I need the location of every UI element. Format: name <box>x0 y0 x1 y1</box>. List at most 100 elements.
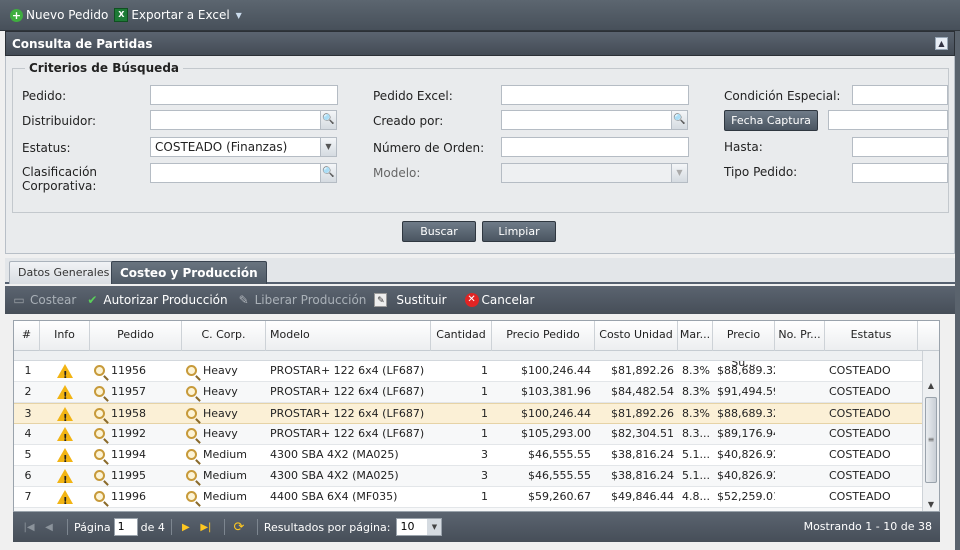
magnifier-icon[interactable] <box>94 470 105 481</box>
cell-ccorp[interactable]: Medium <box>186 487 266 507</box>
buscar-button[interactable]: Buscar <box>402 221 476 242</box>
column-header-modelo[interactable]: Modelo <box>266 321 431 351</box>
pedido-excel-input[interactable] <box>501 85 689 105</box>
table-row[interactable]: 7 11996 Medium 4400 SBA 6X4 (MF035) 1 $59,260… <box>14 487 939 508</box>
table-row[interactable]: 3 11958 Heavy PROSTAR+ 122 6x4 (LF687) 1 $100… <box>14 403 939 424</box>
info-cell[interactable] <box>40 466 90 486</box>
column-header-ccorp[interactable]: C. Corp. <box>182 321 266 351</box>
column-header-margen[interactable]: Mar... <box>678 321 713 351</box>
exportar-excel-button[interactable]: X Exportar a Excel ▼ <box>114 8 242 22</box>
magnifier-icon[interactable] <box>94 491 105 502</box>
column-header-costo-unidad[interactable]: Costo Unidad <box>595 321 678 351</box>
chevron-down-icon[interactable]: ▼ <box>236 11 242 20</box>
warning-icon[interactable] <box>57 448 73 465</box>
cell-pedido[interactable]: 11995 <box>94 466 182 486</box>
magnifier-icon[interactable] <box>186 365 197 376</box>
column-header-num[interactable]: # <box>14 321 40 351</box>
table-row[interactable]: 5 11994 Medium 4300 SBA 4X2 (MA025) 3 $46,555… <box>14 445 939 466</box>
condicion-especial-input[interactable] <box>852 85 948 105</box>
pedido-input[interactable] <box>150 85 338 105</box>
magnifier-icon[interactable] <box>186 449 197 460</box>
table-row[interactable]: 6 11995 Medium 4300 SBA 4X2 (MA025) 3 $46,555… <box>14 466 939 487</box>
fecha-captura-button[interactable]: Fecha Captura <box>724 110 818 131</box>
cell-ccorp[interactable]: Heavy <box>186 361 266 381</box>
magnifier-icon[interactable] <box>186 428 197 439</box>
prev-page-icon[interactable]: ◀ <box>41 522 57 533</box>
cell-pedido[interactable]: 11957 <box>94 382 182 402</box>
column-header-cantidad[interactable]: Cantidad <box>431 321 492 351</box>
table-row[interactable]: 1 11956 Heavy PROSTAR+ 122 6x4 (LF687) 1 $100… <box>14 361 939 382</box>
nuevo-pedido-button[interactable]: + Nuevo Pedido <box>10 8 108 22</box>
warning-icon[interactable] <box>57 407 73 424</box>
magnifier-icon[interactable] <box>186 470 197 481</box>
tab-datos-generales[interactable]: Datos Generales <box>9 261 119 284</box>
scroll-down-icon[interactable]: ▼ <box>923 498 939 511</box>
refresh-icon[interactable]: ⟳ <box>231 520 247 535</box>
warning-icon[interactable] <box>57 427 73 444</box>
sustituir-button[interactable]: ✎ Sustituir <box>374 293 447 307</box>
warning-icon[interactable] <box>57 469 73 486</box>
magnifier-icon[interactable] <box>186 491 197 502</box>
tab-costeo-produccion[interactable]: Costeo y Producción <box>111 261 267 284</box>
estatus-select[interactable]: COSTEADO (Finanzas) <box>150 137 321 157</box>
info-cell[interactable] <box>40 382 90 402</box>
cancelar-button[interactable]: ✕ Cancelar <box>464 293 534 307</box>
column-header-pedido[interactable]: Pedido <box>90 321 182 351</box>
magnifier-icon[interactable] <box>94 365 105 376</box>
info-cell[interactable] <box>40 424 90 444</box>
search-icon[interactable]: 🔍 <box>671 110 688 130</box>
warning-icon[interactable] <box>57 364 73 381</box>
cell-ccorp[interactable]: Medium <box>186 466 266 486</box>
vertical-scrollbar[interactable]: ▲ ≡ ▼ <box>922 351 939 511</box>
fecha-captura-input[interactable] <box>828 110 948 130</box>
tipo-pedido-input[interactable] <box>852 163 948 183</box>
search-icon[interactable]: 🔍 <box>320 110 337 130</box>
last-page-icon[interactable]: ▶| <box>198 522 214 533</box>
page-input[interactable]: 1 <box>113 518 138 536</box>
table-row[interactable]: 4 11992 Heavy PROSTAR+ 122 6x4 (LF687) 1 $105… <box>14 424 939 445</box>
column-header-estatus[interactable]: Estatus <box>825 321 918 351</box>
magnifier-icon[interactable] <box>94 386 105 397</box>
costear-button[interactable]: ▭ Costear <box>11 293 76 307</box>
cell-ccorp[interactable]: Heavy <box>186 404 266 424</box>
next-page-icon[interactable]: ▶ <box>178 522 194 533</box>
warning-icon[interactable] <box>57 490 73 507</box>
liberar-produccion-button[interactable]: ✎ Liberar Producción <box>236 293 367 307</box>
column-header-no-pr[interactable]: No. Pr... <box>775 321 825 351</box>
info-cell[interactable] <box>40 445 90 465</box>
magnifier-icon[interactable] <box>94 408 105 419</box>
column-header-precio-su[interactable]: Precio Su... <box>713 321 775 369</box>
magnifier-icon[interactable] <box>186 408 197 419</box>
clasificacion-input[interactable] <box>150 163 321 183</box>
hasta-input[interactable] <box>852 137 948 157</box>
scroll-thumb[interactable]: ≡ <box>925 397 937 483</box>
first-page-icon[interactable]: |◀ <box>21 522 37 533</box>
cell-pedido[interactable]: 11996 <box>94 487 182 507</box>
cell-ccorp[interactable]: Heavy <box>186 424 266 444</box>
info-cell[interactable] <box>40 404 90 424</box>
numero-orden-input[interactable] <box>501 137 689 157</box>
magnifier-icon[interactable] <box>94 428 105 439</box>
chevron-down-icon[interactable]: ▼ <box>320 137 337 157</box>
table-row[interactable]: 2 11957 Heavy PROSTAR+ 122 6x4 (LF687) 1 $103… <box>14 382 939 403</box>
cell-pedido[interactable]: 11958 <box>94 404 182 424</box>
cell-pedido[interactable]: 11992 <box>94 424 182 444</box>
magnifier-icon[interactable] <box>186 386 197 397</box>
info-cell[interactable] <box>40 361 90 381</box>
distribuidor-input[interactable] <box>150 110 321 130</box>
cell-ccorp[interactable]: Medium <box>186 445 266 465</box>
search-icon[interactable]: 🔍 <box>320 163 337 183</box>
scroll-up-icon[interactable]: ▲ <box>923 379 939 393</box>
cell-pedido[interactable]: 11994 <box>94 445 182 465</box>
magnifier-icon[interactable] <box>94 449 105 460</box>
info-cell[interactable] <box>40 487 90 507</box>
warning-icon[interactable] <box>57 385 73 402</box>
creado-por-input[interactable] <box>501 110 672 130</box>
collapse-icon[interactable]: ▲ <box>935 37 948 50</box>
autorizar-produccion-button[interactable]: ✔ Autorizar Producción <box>84 293 227 307</box>
cell-pedido[interactable]: 11956 <box>94 361 182 381</box>
cell-ccorp[interactable]: Heavy <box>186 382 266 402</box>
column-header-precio-pedido[interactable]: Precio Pedido <box>492 321 595 351</box>
column-header-info[interactable]: Info <box>40 321 90 351</box>
per-page-select[interactable]: 10 <box>396 518 443 536</box>
